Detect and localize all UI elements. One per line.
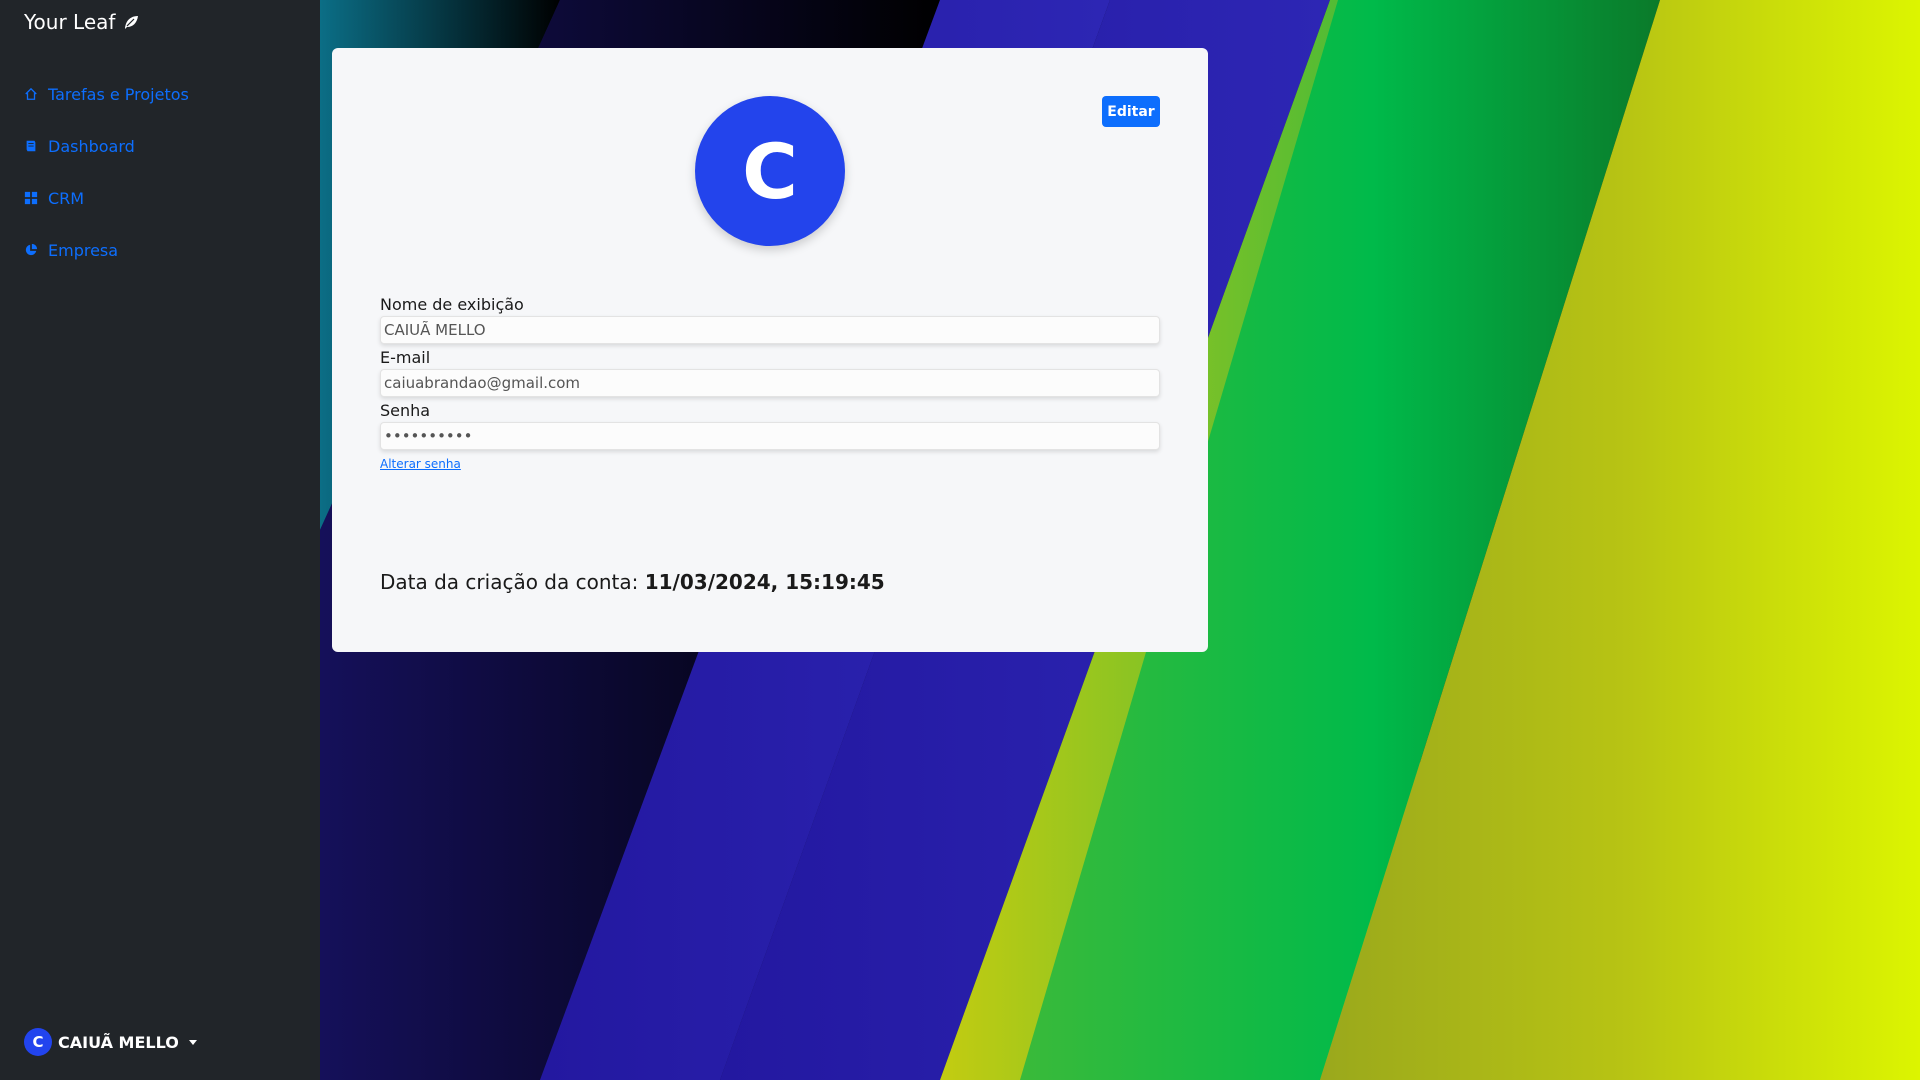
brand-name: Your Leaf [24,10,116,34]
sidebar-item-label: Empresa [48,240,119,260]
profile-form: Nome de exibição E-mail Senha Alterar se… [380,294,1160,472]
leaf-icon [125,16,139,29]
user-name: CAIUÃ MELLO [58,1032,179,1052]
password-field[interactable] [380,422,1160,450]
profile-avatar: C [695,96,845,246]
created-label: Data da criação da conta: [380,570,639,594]
pie-chart-icon [25,243,38,256]
created-value: 11/03/2024, 15:19:45 [644,570,885,594]
sidebar-item-empresa[interactable]: Empresa [24,224,189,276]
house-icon [25,87,37,100]
profile-card: C Editar Nome de exibição E-mail Senha A… [332,48,1208,652]
caret-down-icon [188,1039,197,1045]
sidebar-nav: Tarefas e Projetos Dashboard CRM Empresa [24,68,189,276]
sidebar-item-label: Tarefas e Projetos [48,84,189,104]
sidebar-item-label: Dashboard [48,136,135,156]
sidebar-item-tarefas[interactable]: Tarefas e Projetos [24,68,189,120]
main-area: C Editar Nome de exibição E-mail Senha A… [320,0,1920,1080]
brand[interactable]: Your Leaf [24,10,139,34]
change-password-link[interactable]: Alterar senha [380,457,461,471]
sidebar: Your Leaf Tarefas e Projetos Dashboard C… [0,0,320,1080]
edit-button[interactable]: Editar [1102,96,1160,127]
user-menu[interactable]: C CAIUÃ MELLO [24,1028,197,1056]
app: Your Leaf Tarefas e Projetos Dashboard C… [0,0,1920,1080]
password-label: Senha [380,401,431,420]
email-field[interactable] [380,369,1160,397]
book-icon [26,140,36,152]
sidebar-item-dashboard[interactable]: Dashboard [24,120,189,172]
display-name-field[interactable] [380,316,1160,344]
sidebar-item-crm[interactable]: CRM [24,172,189,224]
sidebar-item-label: CRM [48,188,85,208]
account-created-info: Data da criação da conta: 11/03/2024, 15… [380,570,885,594]
grid-icon [24,191,38,205]
email-label: E-mail [380,348,431,367]
name-label: Nome de exibição [380,295,524,314]
avatar: C [24,1028,52,1056]
